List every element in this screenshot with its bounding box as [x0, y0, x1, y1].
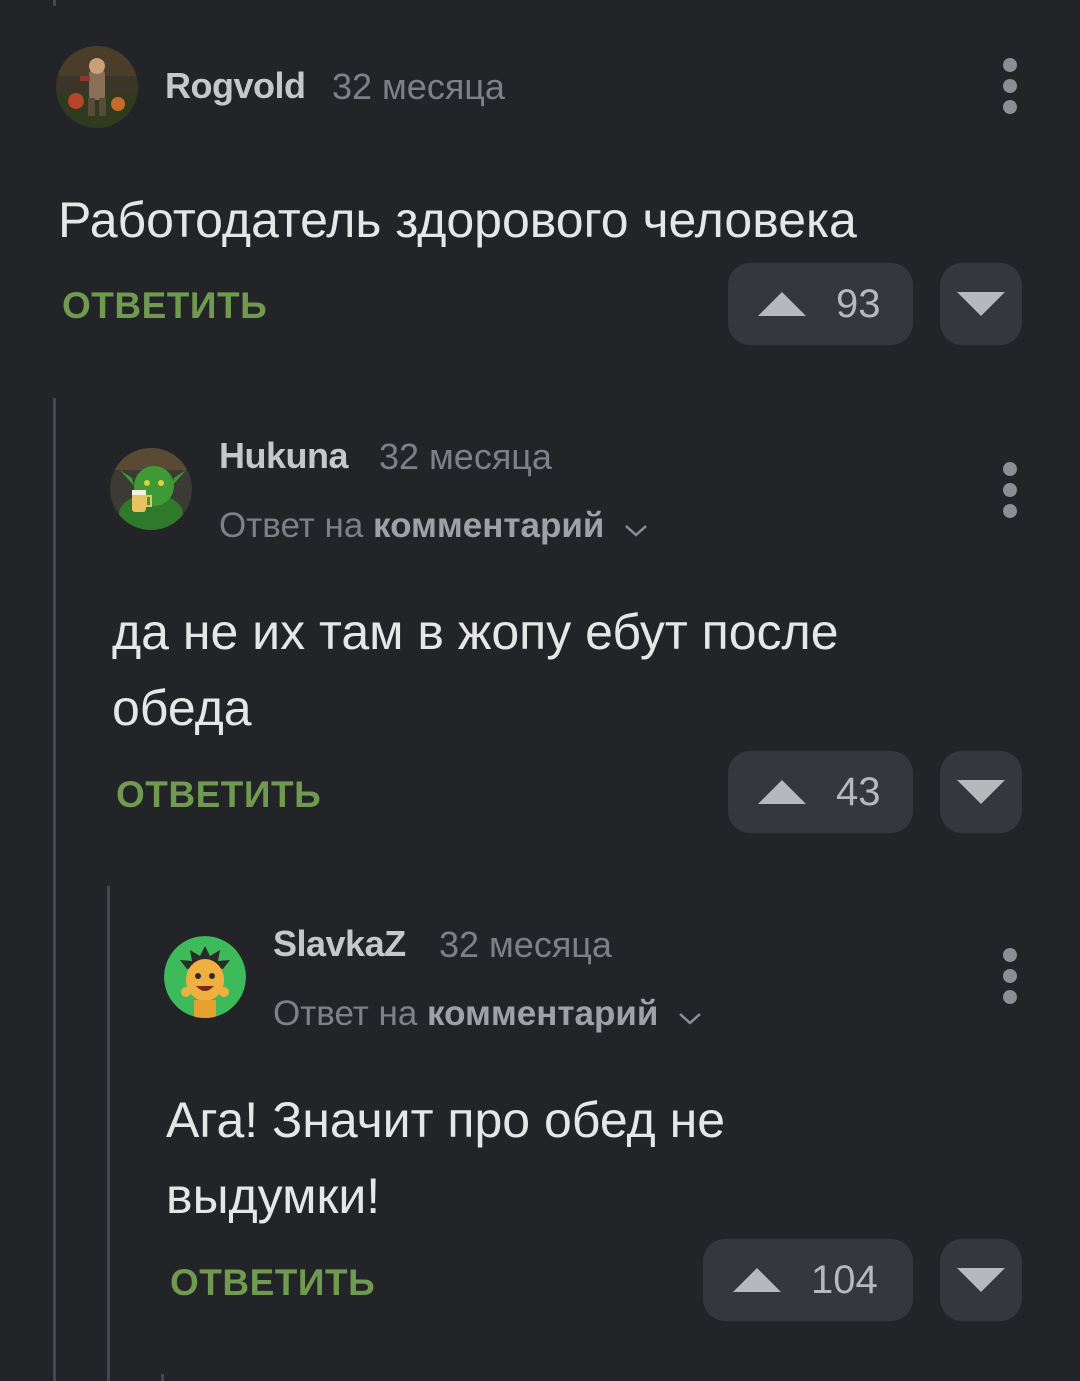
chevron-down-icon[interactable] — [678, 996, 702, 1036]
comment: SlavkaZ 32 месяца Ответ на комментарий А… — [0, 0, 1080, 1381]
reply-button[interactable]: ОТВЕТИТЬ — [170, 1262, 375, 1304]
comment-text-line: выдумки! — [166, 1168, 381, 1224]
reply-to-prefix: Ответ на — [273, 994, 418, 1033]
username[interactable]: SlavkaZ — [273, 923, 406, 965]
downvote-button[interactable] — [940, 1239, 1022, 1321]
comment-time: 32 месяца — [439, 924, 612, 965]
more-vertical-icon[interactable] — [1000, 948, 1020, 1004]
reply-to: Ответ на комментарий — [273, 994, 702, 1036]
reply-to-link[interactable]: комментарий — [427, 994, 658, 1033]
triangle-up-icon — [733, 1268, 781, 1292]
comment-text-line: Ага! Значит про обед не — [166, 1092, 726, 1148]
comments-page: Rogvold 32 месяца Работодатель здорового… — [0, 0, 1080, 1381]
triangle-down-icon — [957, 1268, 1005, 1292]
upvote-button[interactable]: 104 — [703, 1239, 913, 1321]
vote-count: 104 — [811, 1258, 878, 1302]
comment-text: Ага! Значит про обед не выдумки! — [166, 1082, 725, 1234]
avatar[interactable] — [164, 936, 246, 1018]
